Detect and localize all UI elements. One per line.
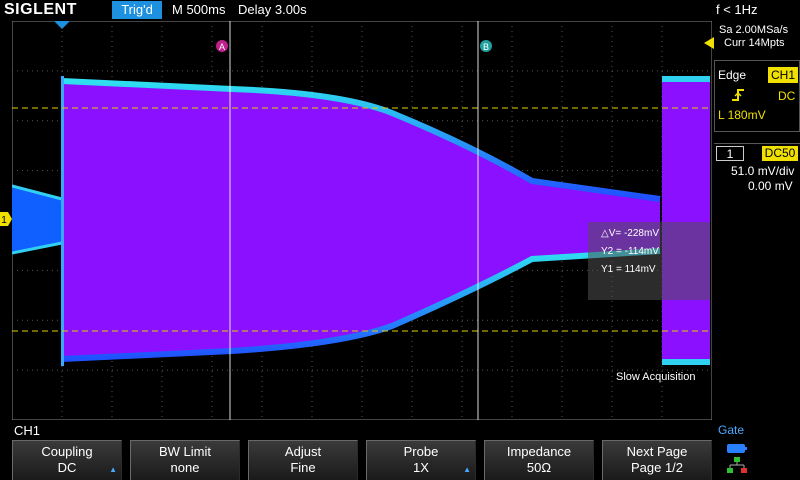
softkey-label: Coupling xyxy=(41,444,93,459)
cursor-a-label: A xyxy=(219,42,225,52)
cursor-delta-v: △V= -228mV xyxy=(601,228,659,239)
memory-depth-readout: Curr 14Mpts xyxy=(724,37,785,49)
channel-marker-label: 1 xyxy=(1,215,7,226)
bw-limit-softkey[interactable]: BW Limit none xyxy=(130,440,240,480)
acquisition-mode-message: Slow Acquisition xyxy=(616,371,696,383)
frequency-readout: f < 1Hz xyxy=(716,2,758,17)
softkey-value: none xyxy=(170,460,200,475)
softkey-label: Adjust xyxy=(284,444,322,459)
sample-rate-readout: Sa 2.00MSa/s xyxy=(719,24,789,36)
cursor-y2-value: Y2 = -114mV xyxy=(601,246,659,257)
trigger-source-badge: CH1 xyxy=(768,67,798,83)
trigger-type: Edge xyxy=(718,68,747,82)
impedance-softkey[interactable]: Impedance 50Ω xyxy=(484,440,594,480)
status-bar: SIGLENT Trig'd M 500ms Delay 3.00s f < 1… xyxy=(0,0,800,20)
delay-readout[interactable]: Delay 3.00s xyxy=(238,0,307,20)
softkey-label: BW Limit xyxy=(159,444,211,459)
rising-edge-icon xyxy=(731,88,745,105)
softkey-value: Fine xyxy=(290,460,316,475)
softkey-label: Impedance xyxy=(506,444,572,459)
battery-icon xyxy=(727,444,745,453)
vertical-scale-readout: 51.0 mV/div xyxy=(731,164,795,178)
softkey-value: DC xyxy=(57,460,77,475)
adjust-softkey[interactable]: Adjust Fine xyxy=(248,440,358,480)
softkey-value: 1X xyxy=(413,460,429,475)
waveform-right-block-top xyxy=(662,76,710,82)
channel-number-badge: 1 xyxy=(716,146,744,161)
softkey-arrow-icon: ▲ xyxy=(463,465,471,474)
brand-logo: SIGLENT xyxy=(4,1,77,18)
softkey-value: 50Ω xyxy=(526,460,552,475)
network-icon xyxy=(727,457,747,473)
channel-offset-marker-icon[interactable]: 1 xyxy=(0,212,12,226)
softkey-label: Probe xyxy=(403,444,439,459)
coupling-softkey[interactable]: Coupling DC ▲ xyxy=(12,440,122,480)
softkey-arrow-icon: ▲ xyxy=(109,465,117,474)
cursor-b-label: B xyxy=(483,42,489,52)
trigger-coupling: DC xyxy=(778,89,796,103)
waveform-rise-edge xyxy=(61,76,64,366)
waveform-right-block-bottom xyxy=(662,359,710,365)
timebase-readout[interactable]: M 500ms xyxy=(172,0,225,20)
channel-impedance-badge: DC50 xyxy=(762,146,798,161)
vertical-offset-readout: 0.00 mV xyxy=(748,179,793,193)
menu-title: CH1 xyxy=(14,423,41,438)
softkey-label: Next Page xyxy=(626,444,688,459)
status-icons xyxy=(727,444,747,473)
softkey-value: Page 1/2 xyxy=(630,460,684,475)
cursor-y1-value: Y1 = 114mV xyxy=(601,264,656,275)
trigger-level-readout: L 180mV xyxy=(718,108,766,122)
probe-softkey[interactable]: Probe 1X ▲ xyxy=(366,440,476,480)
trigger-status-badge[interactable]: Trig'd xyxy=(112,1,162,19)
waveform-display[interactable]: A B xyxy=(12,21,712,420)
trigger-level-marker-icon[interactable] xyxy=(702,37,714,49)
gate-label: Gate xyxy=(718,423,745,437)
next-page-softkey[interactable]: Next Page Page 1/2 xyxy=(602,440,712,480)
